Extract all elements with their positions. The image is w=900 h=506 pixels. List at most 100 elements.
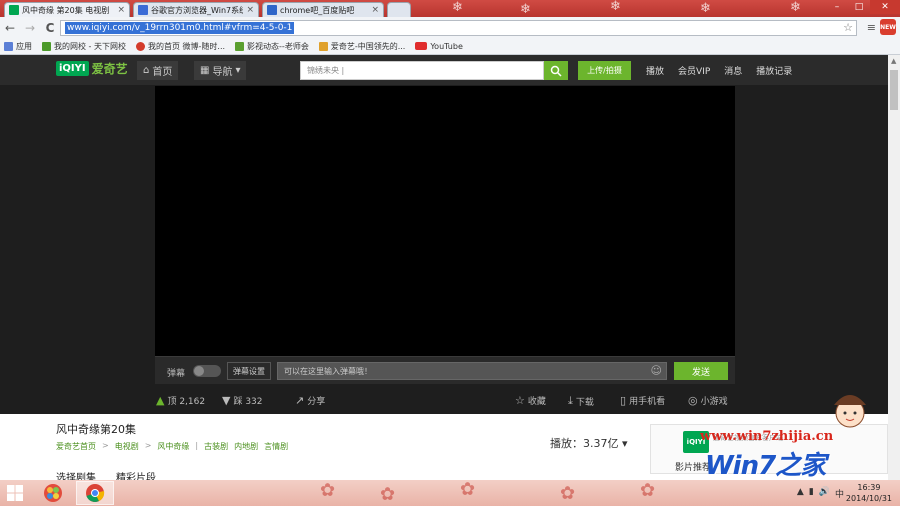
- breadcrumb-link[interactable]: 电视剧: [115, 441, 139, 452]
- header-link-play[interactable]: 播放: [646, 64, 664, 77]
- tab-strip: ❄ ❄ ❄ ❄ ❄ 风中奇缘 第20集 电视剧 × 谷歌官方浏览器_Win7系统…: [0, 0, 900, 17]
- collect-label: 收藏: [527, 397, 546, 407]
- bookmark-apps[interactable]: 应用: [4, 41, 32, 52]
- danmu-bar: 弹幕 弹幕设置 可以在这里输入弹幕哦！ ☺ 发送: [155, 356, 735, 384]
- bookmark-item[interactable]: 我的网校 - 天下网校: [42, 41, 126, 52]
- extension-icon[interactable]: NEW: [880, 19, 896, 35]
- close-window-icon[interactable]: ✕: [870, 0, 900, 14]
- tab-episodes[interactable]: 选择剧集: [56, 469, 96, 480]
- tray-expand-icon[interactable]: ▲: [797, 487, 804, 500]
- danmu-toggle[interactable]: [193, 365, 221, 377]
- tab-chrome-download[interactable]: 谷歌官方浏览器_Win7系统 ×: [133, 2, 259, 17]
- thumbs-down-icon: ▼: [222, 394, 231, 407]
- emoji-icon[interactable]: ☺: [651, 364, 662, 377]
- taskbar: ✿ ✿ ✿ ✿ ✿ ▲ ▮ 🔊 中 16:39 2014/10/31: [0, 480, 900, 506]
- snowflake-decoration: ❄: [790, 0, 801, 15]
- dislike-button[interactable]: ▼ 踩 332: [222, 394, 263, 407]
- chrome-menu-icon[interactable]: ≡: [867, 21, 876, 34]
- tab-label: 谷歌官方浏览器_Win7系统: [151, 5, 244, 15]
- bookmark-item[interactable]: 爱奇艺-中国领先的...: [318, 41, 405, 52]
- collect-button[interactable]: ☆ 收藏: [515, 394, 546, 407]
- address-bar[interactable]: www.iqiyi.com/v_19rrn301m0.html#vfrm=4-5…: [60, 20, 857, 36]
- genre-tag[interactable]: 古装剧: [204, 441, 228, 452]
- bookmarks-bar: 应用 我的网校 - 天下网校 我的首页 微博-随时... 影视动态--老师会 爱…: [0, 38, 900, 55]
- home-button[interactable]: ⌂ 首页: [137, 61, 179, 80]
- nav-menu-button[interactable]: ▦ 导航 ▾: [194, 61, 247, 80]
- new-tab-button[interactable]: [387, 2, 411, 17]
- flower-decoration: ✿: [460, 480, 476, 500]
- play-count-value: 3.37亿: [583, 437, 619, 450]
- header-link-history[interactable]: 播放记录: [756, 64, 792, 77]
- video-player[interactable]: [155, 86, 735, 356]
- taskbar-app-explorer[interactable]: [34, 481, 72, 505]
- breadcrumb: 爱奇艺首页 > 电视剧 > 风中奇缘 | 古装剧 内地剧 言情剧: [56, 441, 289, 452]
- bookmark-item[interactable]: 影视动态--老师会: [235, 41, 309, 52]
- download-button[interactable]: ⤓ 下载: [568, 394, 594, 408]
- bookmark-item[interactable]: 我的首页 微博-随时...: [135, 41, 226, 52]
- snowflake-decoration: ❄: [452, 0, 463, 15]
- bookmark-star-icon[interactable]: ☆: [843, 21, 853, 34]
- flower-decoration: ✿: [560, 483, 576, 504]
- breadcrumb-link[interactable]: 风中奇缘: [157, 441, 189, 452]
- maximize-icon[interactable]: □: [848, 0, 870, 14]
- reload-icon[interactable]: C: [40, 17, 60, 38]
- battery-icon[interactable]: ▮: [809, 487, 814, 500]
- danmu-input[interactable]: 可以在这里输入弹幕哦！ ☺: [277, 362, 667, 380]
- video-info-panel: 风中奇缘第20集 爱奇艺首页 > 电视剧 > 风中奇缘 | 古装剧 内地剧 言情…: [0, 414, 888, 480]
- close-tab-icon[interactable]: ×: [246, 5, 254, 15]
- dislike-count: 踩 332: [233, 397, 263, 407]
- logo-text: 爱奇艺: [91, 62, 128, 76]
- address-url: www.iqiyi.com/v_19rrn301m0.html#vfrm=4-5…: [65, 22, 295, 34]
- close-tab-icon[interactable]: ×: [117, 5, 125, 15]
- volume-icon[interactable]: 🔊: [819, 487, 830, 500]
- input-method-icon[interactable]: 中: [835, 487, 844, 500]
- forward-arrow-icon[interactable]: →: [20, 17, 40, 38]
- minimize-icon[interactable]: –: [826, 0, 848, 14]
- windows-start-icon[interactable]: [6, 484, 24, 502]
- flower-decoration: ✿: [380, 484, 396, 505]
- genre-tag[interactable]: 内地剧: [234, 441, 258, 452]
- back-arrow-icon[interactable]: ←: [0, 17, 20, 38]
- iqiyi-logo[interactable]: iQIYI 爱奇艺: [56, 60, 128, 77]
- tab-highlights[interactable]: 精彩片段: [116, 469, 156, 480]
- upload-button[interactable]: 上传/拍摄: [578, 61, 631, 80]
- genre-tag[interactable]: 言情剧: [264, 441, 288, 452]
- taskbar-app-chrome[interactable]: [76, 481, 114, 505]
- iqiyi-page: iQIYI 爱奇艺 ⌂ 首页 ▦ 导航 ▾ 锦绣未央 | 上传/拍摄 播放 会员…: [0, 55, 888, 480]
- search-button[interactable]: [544, 61, 568, 80]
- danmu-settings-button[interactable]: 弹幕设置: [227, 362, 271, 380]
- bookmark-favicon-icon: [318, 41, 328, 51]
- danmu-placeholder: 可以在这里输入弹幕哦！: [284, 367, 372, 376]
- bookmark-youtube[interactable]: YouTube: [415, 42, 463, 51]
- nav-label: 导航: [212, 67, 233, 78]
- home-icon: ⌂: [143, 65, 150, 76]
- bookmark-label: 我的首页 微博-随时...: [147, 41, 226, 51]
- scrollbar-thumb[interactable]: [890, 70, 898, 110]
- system-clock[interactable]: 16:39 2014/10/31: [846, 482, 892, 504]
- share-button[interactable]: ↗ 分享: [295, 394, 325, 407]
- close-tab-icon[interactable]: ×: [371, 5, 379, 15]
- like-button[interactable]: ▲ 顶 2,162: [156, 394, 205, 407]
- tab-iqiyi[interactable]: 风中奇缘 第20集 电视剧 ×: [4, 2, 130, 17]
- game-button[interactable]: ◎ 小游戏: [688, 394, 728, 407]
- bookmark-label: 我的网校 - 天下网校: [54, 41, 126, 51]
- tab-chrome-tieba[interactable]: chrome吧_百度贴吧 ×: [262, 2, 384, 17]
- header-link-messages[interactable]: 消息: [724, 64, 742, 77]
- thumbs-up-icon: ▲: [156, 394, 165, 407]
- breadcrumb-link[interactable]: 爱奇艺首页: [56, 441, 96, 452]
- client-ad[interactable]: iQIYI 爱奇艺视频官方客户端 影片推荐: [650, 424, 888, 474]
- play-count[interactable]: 播放：3.37亿 ▾: [550, 435, 628, 451]
- scroll-up-icon[interactable]: ▲: [891, 57, 896, 65]
- site-search-input[interactable]: 锦绣未央 |: [300, 61, 544, 80]
- youtube-icon: [415, 42, 428, 50]
- page-scrollbar[interactable]: ▲: [888, 55, 900, 480]
- header-link-vip[interactable]: 会员VIP: [678, 64, 710, 77]
- bookmark-favicon-icon: [42, 41, 51, 51]
- logo-mark: iQIYI: [56, 61, 89, 76]
- send-danmu-button[interactable]: 发送: [674, 362, 728, 380]
- phone-watch-button[interactable]: ▯ 用手机看: [620, 394, 665, 407]
- bookmark-label: 影视动态--老师会: [247, 41, 309, 51]
- share-label: 分享: [307, 397, 326, 407]
- ad-text: 爱奇艺视频官方客户端: [713, 434, 783, 442]
- star-icon: ☆: [515, 394, 525, 407]
